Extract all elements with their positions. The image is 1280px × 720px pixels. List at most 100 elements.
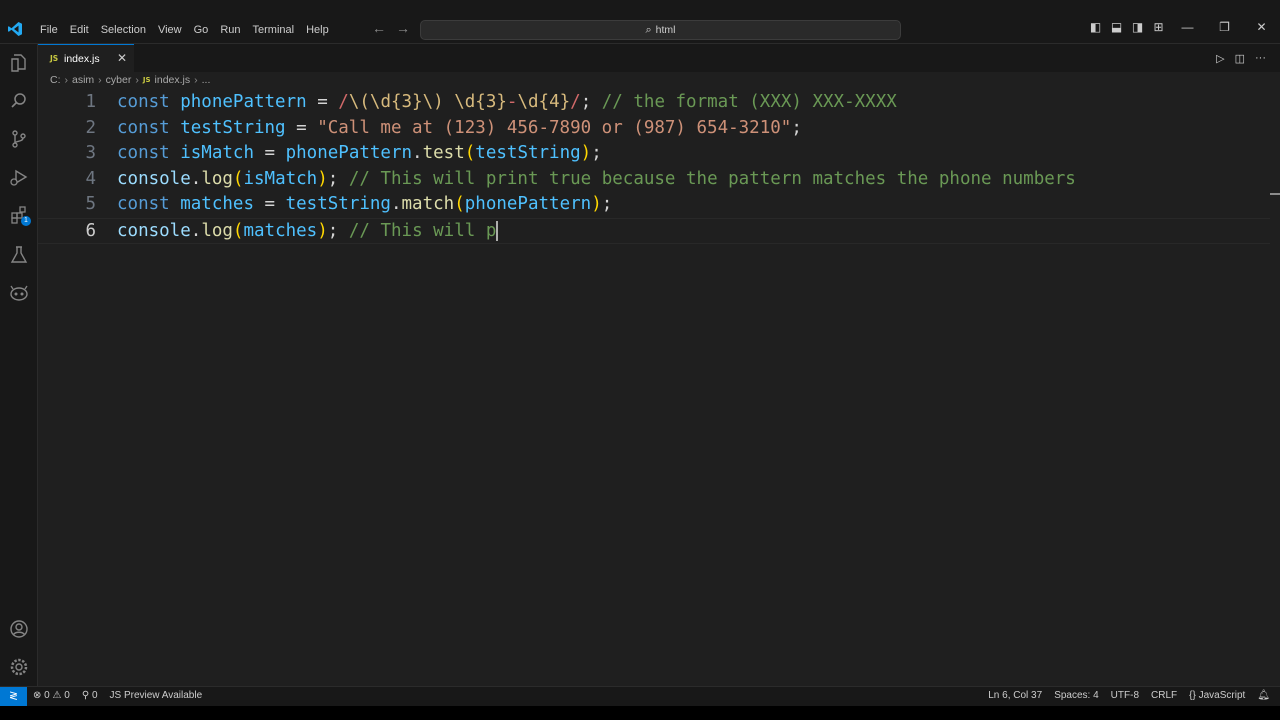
menu-edit[interactable]: Edit — [64, 22, 95, 38]
run-debug-icon[interactable] — [8, 166, 30, 188]
customize-layout-icon[interactable]: ⊞ — [1148, 20, 1169, 34]
line-number: 4 — [85, 168, 96, 189]
code-token: test — [422, 143, 465, 164]
copilot-icon[interactable] — [8, 282, 30, 304]
toggle-primary-sidebar-icon[interactable]: ◧ — [1085, 20, 1106, 34]
code-token: ( — [232, 220, 244, 241]
account-icon[interactable] — [8, 618, 30, 640]
braces-icon: {} — [1189, 690, 1196, 701]
code-token: // This will p — [348, 220, 497, 241]
back-arrow-icon[interactable]: ← — [372, 20, 396, 36]
toggle-panel-icon[interactable]: ⬓ — [1106, 20, 1127, 34]
line-number: 3 — [85, 143, 96, 164]
code-token: / — [338, 92, 349, 112]
code-token: ) — [580, 143, 592, 164]
menu-go[interactable]: Go — [188, 22, 215, 38]
breadcrumb-folder-cyber[interactable]: cyber — [106, 74, 132, 86]
cursor-position[interactable]: Ln 6, Col 37 — [988, 690, 1042, 701]
code-token: // This will print true because the patt… — [348, 168, 1076, 189]
code-line[interactable]: 2 const testString = "Call me at (123) 45… — [38, 116, 1270, 142]
window-controls: ◧ ⬓ ◨ ⊞ — ❐ ✕ — [1085, 20, 1280, 34]
breadcrumb-symbol[interactable]: ... — [202, 74, 211, 86]
breadcrumb-folder-asim[interactable]: asim — [72, 74, 94, 86]
code-token: ) — [317, 220, 328, 241]
text-cursor — [496, 220, 499, 241]
language-mode[interactable]: {} JavaScript — [1189, 690, 1245, 701]
remote-indicator-icon[interactable]: ≷ — [0, 687, 27, 706]
ports-count: 0 — [91, 690, 98, 701]
code-token: console — [117, 220, 191, 241]
notifications-bell-icon[interactable]: 🔔︎ — [1257, 690, 1270, 701]
menu-view[interactable]: View — [152, 22, 188, 38]
problems-status[interactable]: ⊗ 0 ⚠ 0 — [33, 690, 70, 701]
more-actions-icon[interactable]: ··· — [1255, 52, 1266, 65]
code-token: {3} — [390, 92, 423, 112]
toggle-secondary-sidebar-icon[interactable]: ◨ — [1127, 20, 1148, 34]
code-token: ( — [232, 168, 244, 189]
breadcrumb-drive[interactable]: C: — [50, 74, 61, 86]
code-token: // the format (XXX) XXX-XXXX — [601, 92, 897, 112]
code-token: = — [285, 117, 318, 138]
indentation[interactable]: Spaces: 4 — [1054, 690, 1098, 701]
line-number: 1 — [85, 92, 96, 112]
ports-status[interactable]: ⚲ 0 — [82, 690, 98, 701]
tab-index-js[interactable]: JS index.js ✕ — [38, 44, 134, 72]
close-icon[interactable]: ✕ — [117, 51, 127, 65]
minimize-button[interactable]: — — [1169, 20, 1206, 34]
tab-bar: JS index.js ✕ — [38, 44, 1280, 72]
code-token: = — [254, 194, 286, 215]
code-editor[interactable]: 1 const phonePattern = /\(\d{3}\) \d{3}-\… — [38, 90, 1270, 244]
line-source: const phonePattern = /\(\d{3}\) \d{3}-\d… — [117, 90, 897, 116]
code-line[interactable]: 6 console.log(matches); // This will p — [38, 217, 1270, 244]
encoding[interactable]: UTF-8 — [1111, 690, 1139, 701]
explorer-icon[interactable] — [8, 52, 30, 74]
line-source: const matches = testString.match(phonePa… — [117, 192, 612, 218]
source-control-icon[interactable] — [8, 128, 30, 150]
split-editor-icon[interactable]: ◫ — [1235, 52, 1245, 65]
activity-bar: 1 — [0, 44, 38, 686]
javascript-file-icon: JS — [50, 54, 59, 63]
code-token: . — [390, 194, 402, 215]
menu-file[interactable]: File — [34, 22, 64, 38]
navigation-arrows: ←→ — [372, 20, 420, 36]
menu-help[interactable]: Help — [300, 22, 335, 38]
breadcrumb-file[interactable]: index.js — [155, 74, 191, 86]
js-preview-status[interactable]: JS Preview Available — [110, 690, 203, 701]
code-token: matches — [243, 220, 318, 241]
vscode-logo-icon — [8, 22, 22, 36]
search-icon[interactable] — [8, 90, 30, 112]
menu-terminal[interactable]: Terminal — [247, 22, 301, 38]
code-token: {3} — [475, 92, 507, 112]
code-line[interactable]: 4 console.log(isMatch); // This will prin… — [38, 167, 1270, 193]
code-token: = — [306, 92, 339, 112]
code-token: ; — [580, 92, 602, 112]
menu-selection[interactable]: Selection — [95, 22, 152, 38]
extensions-badge: 1 — [21, 216, 31, 226]
code-token: \d — [454, 92, 476, 112]
menu-run[interactable]: Run — [214, 22, 246, 38]
chevron-right-icon: › — [194, 74, 198, 86]
code-token: phonePattern — [285, 143, 413, 164]
command-center-search[interactable]: ⌕ html — [420, 20, 901, 40]
close-window-button[interactable]: ✕ — [1243, 20, 1280, 34]
search-icon: ⌕ — [645, 24, 652, 36]
status-bar: ≷ ⊗ 0 ⚠ 0 ⚲ 0 JS Preview Available Ln 6,… — [0, 686, 1280, 706]
restore-button[interactable]: ❐ — [1206, 20, 1243, 34]
testing-icon[interactable] — [8, 244, 30, 266]
code-line[interactable]: 1 const phonePattern = /\(\d{3}\) \d{3}-\… — [38, 90, 1270, 116]
code-line[interactable]: 5 const matches = testString.match(phoneP… — [38, 192, 1270, 218]
extensions-icon[interactable]: 1 — [8, 204, 31, 226]
run-file-icon[interactable]: ▷ — [1216, 52, 1224, 65]
language-label: JavaScript — [1198, 690, 1246, 701]
code-token: ; — [791, 117, 802, 138]
line-number: 2 — [85, 117, 96, 138]
forward-arrow-icon[interactable]: → — [396, 20, 420, 36]
code-token: ( — [464, 143, 476, 164]
code-token: const — [117, 92, 170, 112]
editor-actions: ▷ ◫ ··· — [1216, 52, 1266, 65]
code-token: \) — [422, 92, 444, 112]
settings-gear-icon[interactable] — [8, 656, 30, 678]
code-line[interactable]: 3 const isMatch = phonePattern.test(testS… — [38, 141, 1270, 167]
end-of-line[interactable]: CRLF — [1151, 690, 1177, 701]
